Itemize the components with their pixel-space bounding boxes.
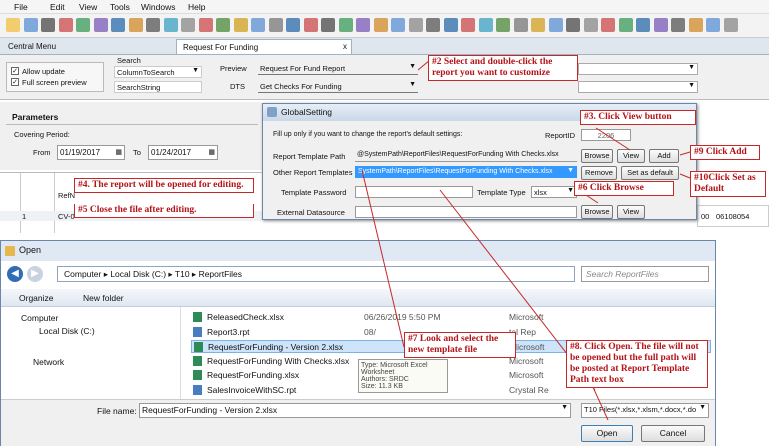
arrow-c9 — [679, 151, 691, 156]
arrow-c7 — [361, 169, 405, 348]
callout-step-3: #3. Click View button — [580, 110, 696, 125]
callout-step-8: #8. Click Open. The file will not be ope… — [566, 340, 708, 388]
callout-step-4: #4. The report will be opened for editin… — [74, 178, 254, 193]
callout-step-10: #10Click Set as Default — [690, 171, 766, 197]
callout-step-6: #6 Click Browse — [574, 181, 674, 196]
arrow-c10 — [679, 173, 691, 179]
callout-step-5: #5 Close the file after editing. — [74, 204, 254, 218]
callout-step-2: #2 Select and double-click the report yo… — [428, 55, 578, 81]
callout-step-9: #9 Click Add — [690, 145, 760, 160]
arrow-c3 — [595, 127, 631, 151]
callout-step-7: #7 Look and select the new template file — [404, 332, 516, 358]
